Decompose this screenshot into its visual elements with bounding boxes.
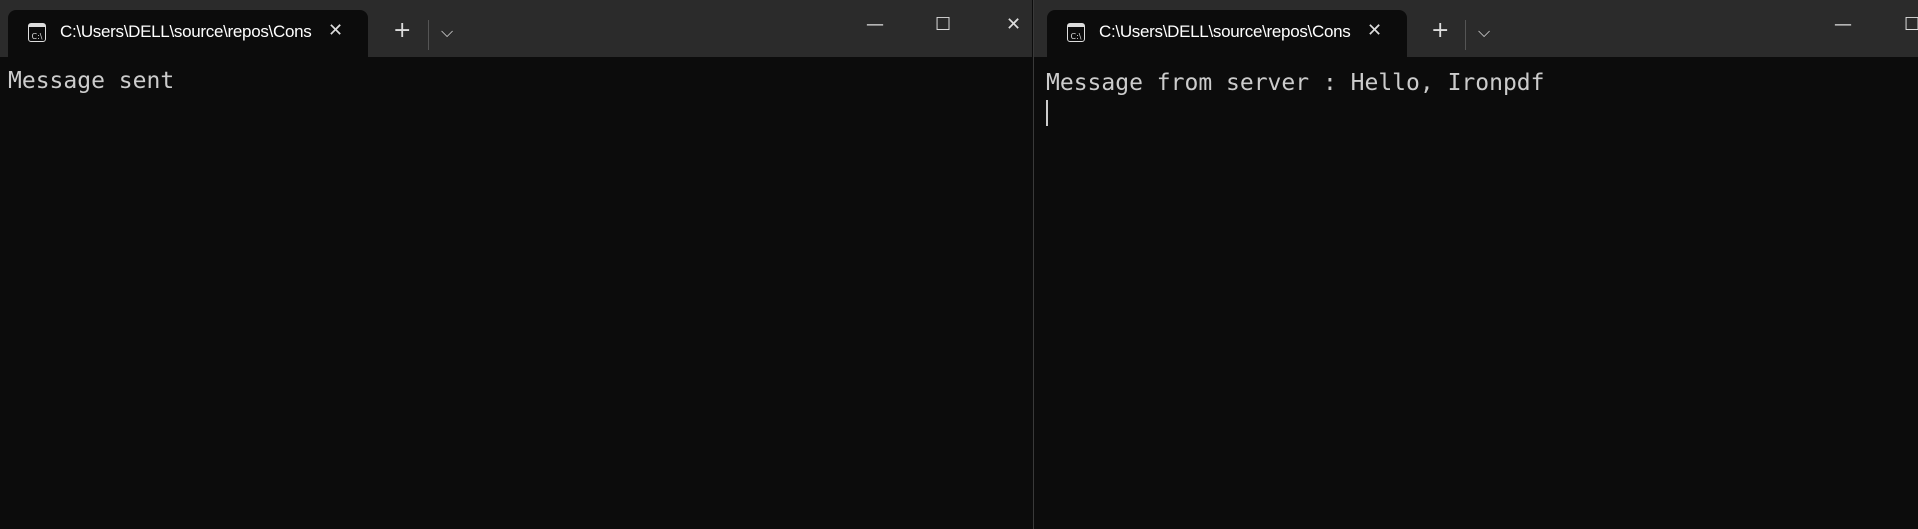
console-icon: C:\ (28, 23, 46, 42)
tab-title: C:\Users\DELL\source\repos\ConsoleApp (60, 22, 312, 41)
maximize-button[interactable]: ☐ (935, 14, 951, 35)
new-tab-button[interactable]: + (1431, 18, 1449, 43)
divider (1465, 20, 1466, 50)
terminal-output: Message sent (8, 68, 175, 94)
terminal-window-left: C:\ C:\Users\DELL\source\repos\ConsoleAp… (0, 0, 1032, 529)
tab-title: C:\Users\DELL\source\repos\ConsoleApp (1099, 22, 1351, 41)
new-tab-button[interactable]: + (393, 18, 411, 43)
tab-close-icon[interactable]: ✕ (1367, 20, 1382, 41)
tab-active[interactable]: C:\ C:\Users\DELL\source\repos\ConsoleAp… (8, 10, 368, 57)
terminal-window-right: C:\ C:\Users\DELL\source\repos\ConsoleAp… (1033, 0, 1918, 529)
divider (428, 20, 429, 50)
minimize-button[interactable]: — (1834, 14, 1852, 35)
minimize-button[interactable]: — (866, 14, 884, 35)
chevron-down-icon[interactable]: ⌵ (441, 22, 453, 42)
close-window-button[interactable]: ✕ (1006, 14, 1021, 35)
terminal-output: Message from server : Hello, Ironpdf (1046, 70, 1545, 96)
text-cursor (1046, 100, 1048, 126)
tab-close-icon[interactable]: ✕ (328, 20, 343, 41)
chevron-down-icon[interactable]: ⌵ (1478, 22, 1490, 42)
tab-active[interactable]: C:\ C:\Users\DELL\source\repos\ConsoleAp… (1047, 10, 1407, 57)
console-icon: C:\ (1067, 23, 1085, 42)
maximize-button[interactable]: ☐ (1904, 14, 1918, 35)
